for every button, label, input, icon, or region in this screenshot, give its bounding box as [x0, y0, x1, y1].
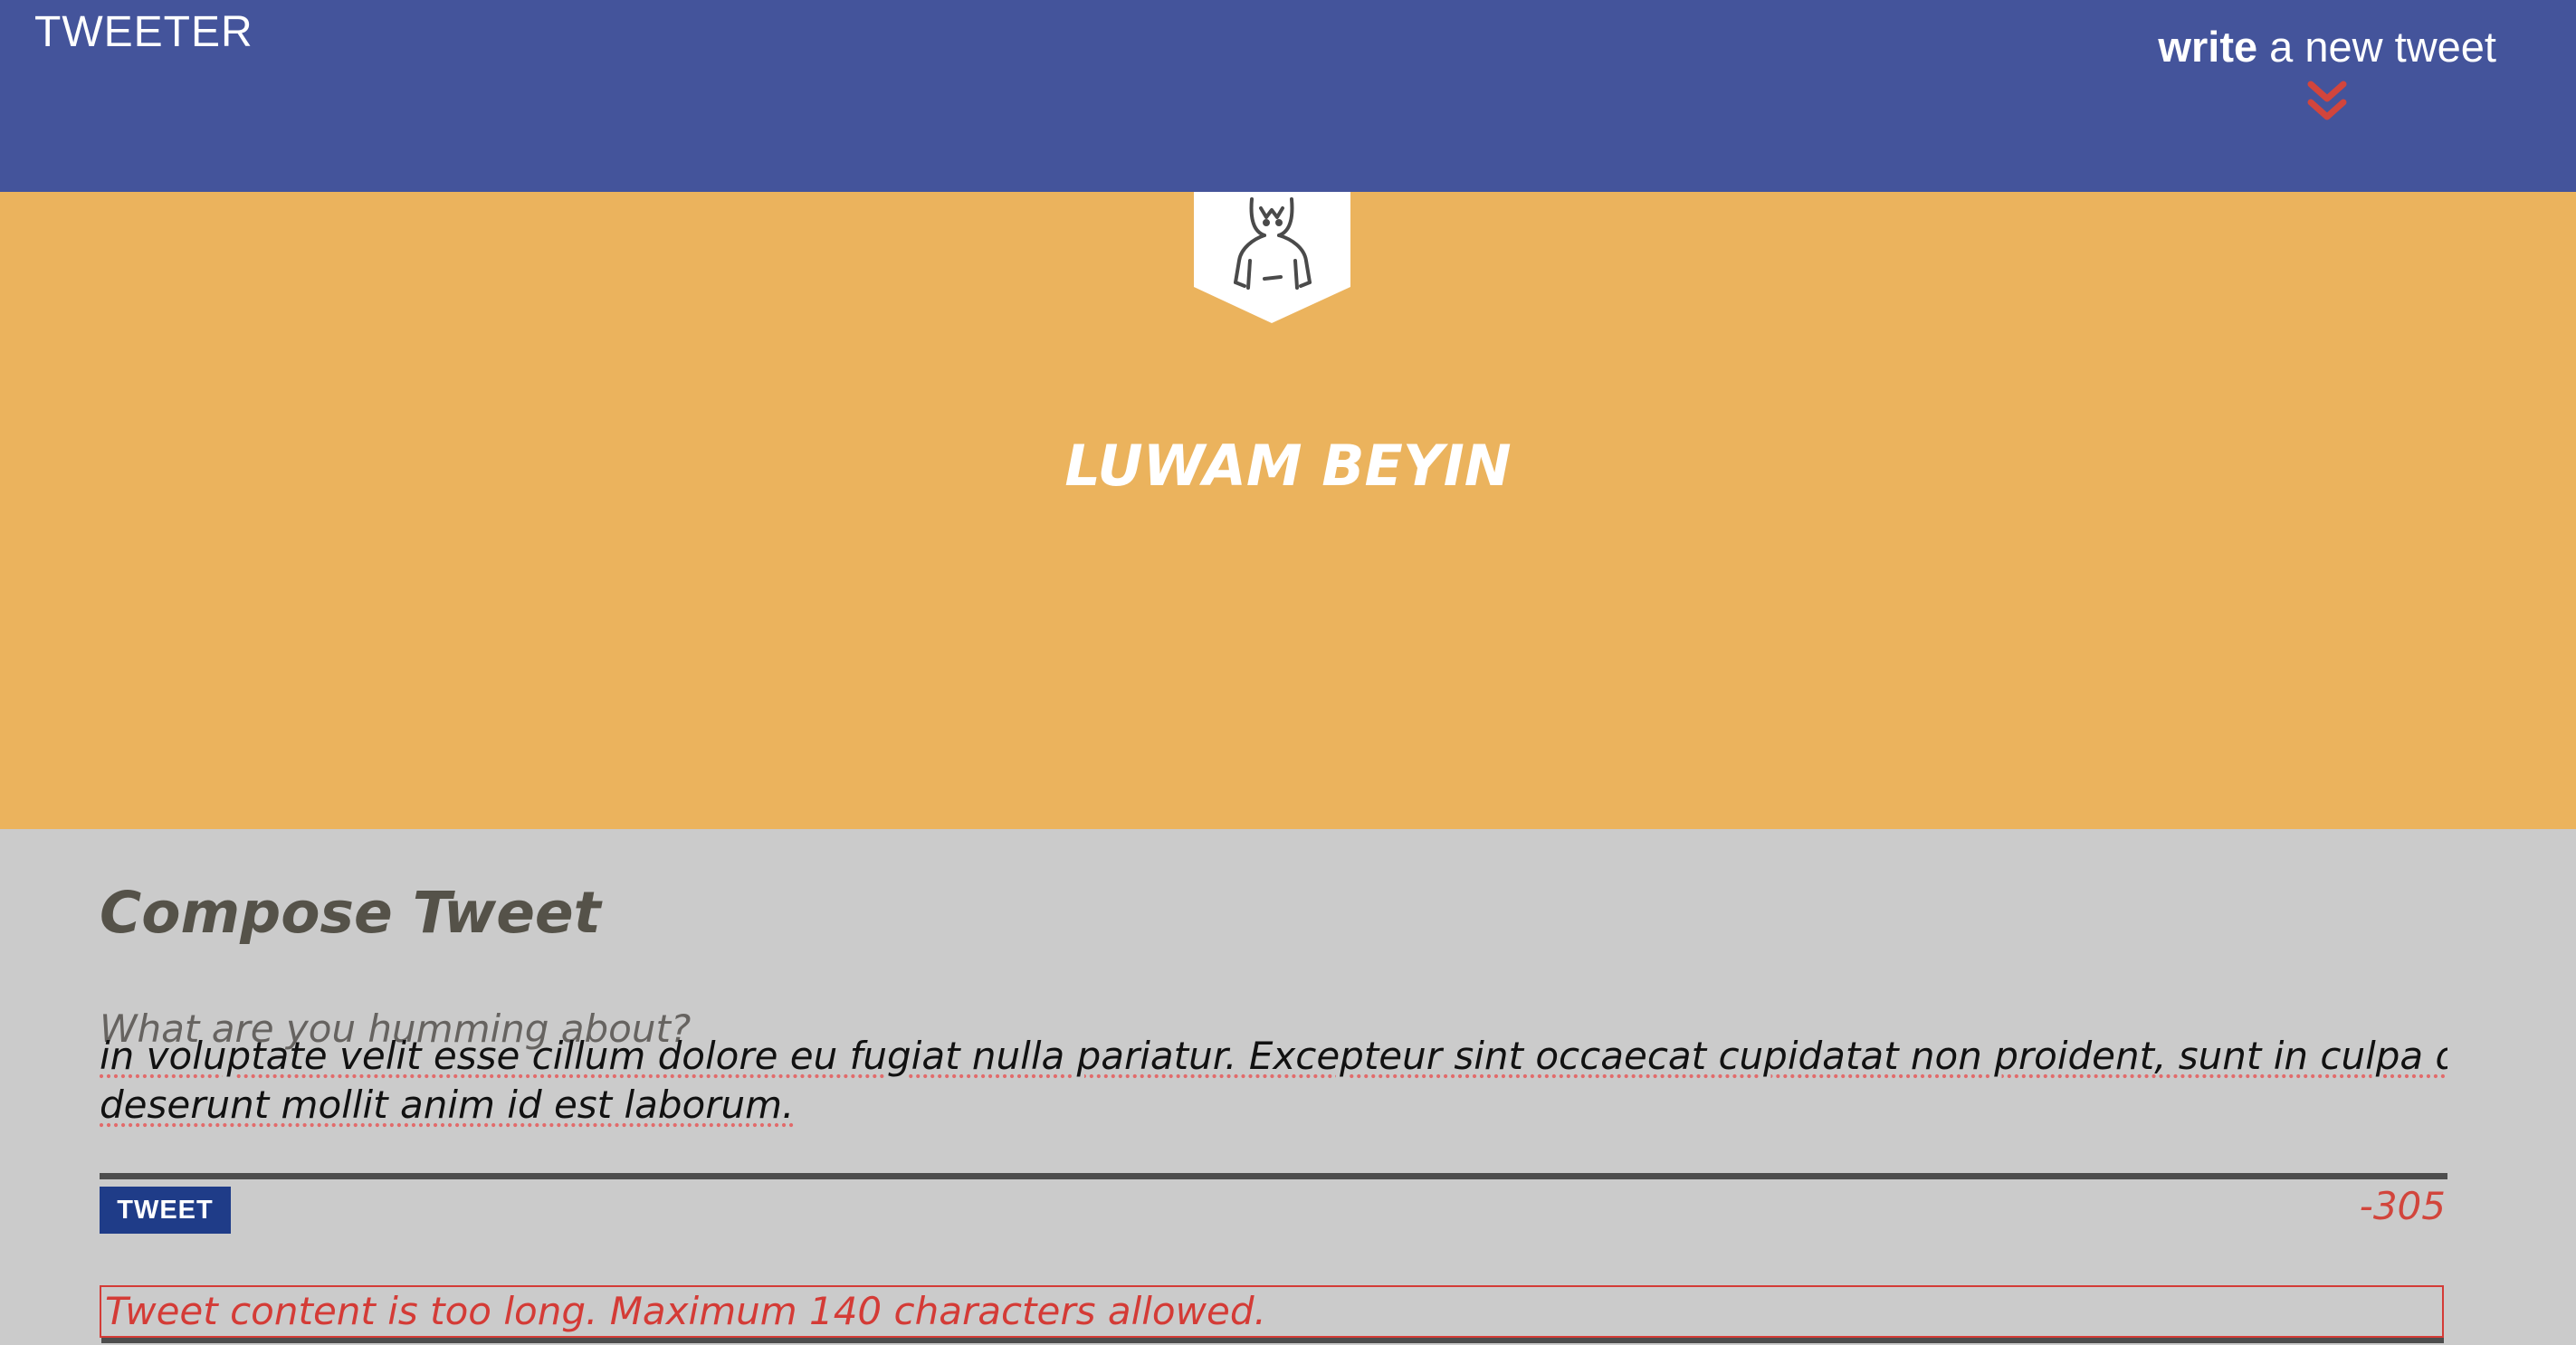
tweet-textarea[interactable]: What are you humming about? in voluptate…: [100, 1005, 2447, 1177]
top-nav: TWEETER write a new tweet: [0, 0, 2576, 192]
double-chevron-down-icon[interactable]: [2300, 75, 2354, 129]
brand-logo[interactable]: TWEETER: [34, 7, 253, 57]
character-counter: -305: [2359, 1184, 2446, 1228]
error-message-box: Tweet content is too long. Maximum 140 c…: [100, 1285, 2444, 1338]
write-new-tweet-toggle[interactable]: write a new tweet: [2158, 22, 2496, 129]
compose-toggle-label: write a new tweet: [2158, 23, 2496, 71]
compose-toggle-rest: a new tweet: [2257, 23, 2496, 71]
profile-username: LUWAM BEYIN: [1064, 433, 1512, 499]
tweet-text-line: in voluptate velit esse cillum dolore eu…: [100, 1034, 2447, 1078]
textarea-underline: [100, 1173, 2447, 1179]
compose-toggle-bold: write: [2158, 23, 2258, 71]
tweet-list-top-border: [101, 1338, 2444, 1343]
compose-tweet-heading: Compose Tweet: [100, 880, 601, 946]
tweet-text-line: deserunt mollit anim id est laborum.: [100, 1083, 795, 1127]
error-message: Tweet content is too long. Maximum 140 c…: [105, 1289, 1266, 1333]
tweet-submit-button[interactable]: TWEET: [100, 1187, 231, 1234]
user-avatar-icon: [1194, 192, 1350, 323]
